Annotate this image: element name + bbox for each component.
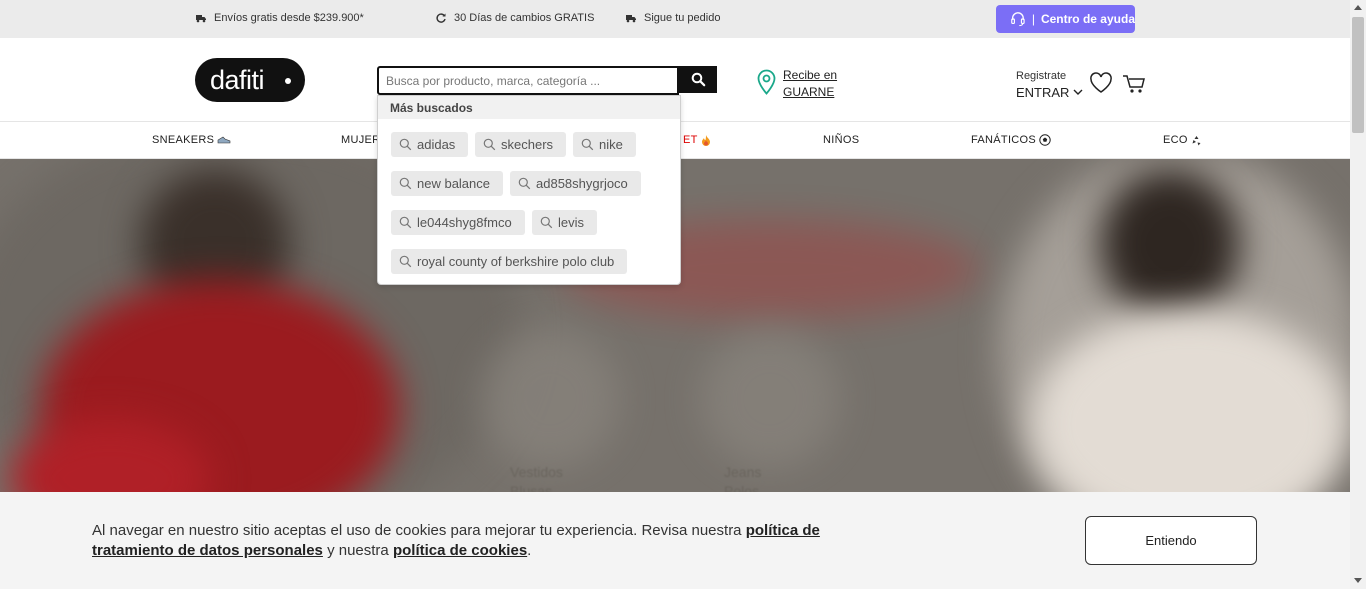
promo-track-order[interactable]: Sigue tu pedido <box>625 12 720 24</box>
hero-category-image-left <box>480 329 620 469</box>
suggestion-label: adidas <box>417 137 456 152</box>
location-label: Recibe en <box>783 68 838 82</box>
fire-icon <box>701 135 710 146</box>
cookie-banner: Al navegar en nuestro sitio aceptas el u… <box>0 492 1350 589</box>
headset-icon <box>1011 12 1025 27</box>
nav-label: FANÁTICOS <box>971 134 1037 146</box>
help-center-button[interactable]: | Centro de ayuda <box>996 5 1135 33</box>
cookie-text-3: . <box>527 542 532 559</box>
search-icon <box>518 177 531 190</box>
help-separator: | <box>1031 12 1035 26</box>
logo-dot <box>285 78 291 84</box>
truck-icon <box>196 15 206 23</box>
dafiti-logo[interactable]: dafiti <box>195 58 305 102</box>
hero-category-polos[interactable]: Polos <box>724 483 759 492</box>
suggestion-label: nike <box>599 137 623 152</box>
cookie-policy-link[interactable]: política de cookies <box>393 542 527 559</box>
truck-icon <box>626 15 636 23</box>
login-label: ENTRAR <box>1016 85 1070 100</box>
search-suggestions-dropdown: Más buscados adidas skechers nike new ba… <box>377 95 681 285</box>
cart-icon[interactable] <box>1122 73 1146 95</box>
wishlist-heart-icon[interactable] <box>1089 72 1113 94</box>
hero-model-head-right <box>1100 169 1240 319</box>
promo-label: Sigue tu pedido <box>644 12 721 24</box>
promo-free-shipping[interactable]: Envíos gratis desde $239.900* <box>195 12 364 24</box>
nav-item-fanaticos[interactable]: FANÁTICOS <box>971 134 1051 146</box>
suggestion-chip[interactable]: new balance <box>391 171 503 196</box>
suggestion-chip[interactable]: levis <box>532 210 598 235</box>
hero-category-jeans[interactable]: Jeans <box>724 464 761 480</box>
nav-item-ninos[interactable]: NIÑOS <box>823 134 859 146</box>
page-scrollbar[interactable] <box>1350 0 1366 589</box>
recycle-icon <box>1192 135 1201 145</box>
search-icon <box>399 177 412 190</box>
scroll-down-arrow-icon[interactable] <box>1354 578 1362 583</box>
nav-label: ECO <box>1163 134 1188 146</box>
search-input[interactable]: Busca por producto, marca, categoría ... <box>377 66 679 95</box>
register-link[interactable]: Registrate <box>1016 70 1066 82</box>
nav-label: SNEAKERS <box>152 134 215 146</box>
nav-label: NIÑOS <box>823 134 860 146</box>
nav-item-sneakers[interactable]: SNEAKERS <box>152 134 231 146</box>
location-city: GUARNE <box>783 85 835 99</box>
search-icon <box>691 72 705 87</box>
search-icon <box>399 138 412 151</box>
nav-label: MUJER <box>341 134 381 146</box>
suggestion-label: ad858shygrjoco <box>536 176 628 191</box>
nav-item-eco[interactable]: ECO <box>1163 134 1202 146</box>
promo-label: 30 Días de cambios GRATIS <box>454 12 595 24</box>
suggestion-label: levis <box>558 215 585 230</box>
suggestion-chip[interactable]: nike <box>573 132 636 157</box>
suggestion-label: royal county of berkshire polo club <box>417 254 615 269</box>
hero-category-image-right <box>700 329 840 469</box>
search-icon <box>540 216 553 229</box>
cookie-text-1: Al navegar en nuestro sitio aceptas el u… <box>92 522 746 539</box>
delivery-location-link[interactable]: Recibe en GUARNE <box>783 67 837 101</box>
search-icon <box>399 216 412 229</box>
suggestion-chip[interactable]: ad858shygrjoco <box>510 171 641 196</box>
location-pin-icon[interactable] <box>756 69 777 96</box>
chevron-down-icon <box>1073 89 1083 95</box>
suggestion-chip[interactable]: le044shyg8fmco <box>391 210 525 235</box>
suggestion-chip[interactable]: adidas <box>391 132 469 157</box>
suggestion-label: new balance <box>417 176 490 191</box>
suggestions-heading: Más buscados <box>378 96 680 119</box>
search-icon <box>483 138 496 151</box>
cookie-text-2: y nuestra <box>322 542 393 559</box>
hero-category-vestidos[interactable]: Vestidos <box>510 464 563 480</box>
top-promo-bar: Envíos gratis desde $239.900* 30 Días de… <box>0 0 1350 38</box>
login-dropdown[interactable]: ENTRAR <box>1016 85 1083 100</box>
promo-label: Envíos gratis desde $239.900* <box>214 12 364 24</box>
suggestion-chip[interactable]: royal county of berkshire polo club <box>391 249 628 274</box>
nav-item-outlet[interactable]: ET <box>683 134 711 146</box>
cookie-message: Al navegar en nuestro sitio aceptas el u… <box>92 521 892 561</box>
sneaker-icon <box>218 136 231 143</box>
logo-text: dafiti <box>210 64 265 95</box>
nav-label: ET <box>683 134 698 146</box>
soccer-ball-icon <box>1039 134 1051 146</box>
search-icon <box>581 138 594 151</box>
search-icon <box>399 255 412 268</box>
nav-item-mujer[interactable]: MUJER <box>341 134 380 146</box>
scroll-up-arrow-icon[interactable] <box>1354 5 1362 10</box>
suggestion-label: skechers <box>501 137 554 152</box>
suggestion-chip[interactable]: skechers <box>475 132 567 157</box>
accept-cookies-button[interactable]: Entiendo <box>1085 516 1257 565</box>
hero-category-blusas[interactable]: Blusas <box>510 483 552 492</box>
scroll-thumb[interactable] <box>1352 17 1364 133</box>
search-button[interactable] <box>679 66 717 93</box>
suggestion-label: le044shyg8fmco <box>417 215 512 230</box>
promo-returns[interactable]: 30 Días de cambios GRATIS <box>435 12 594 24</box>
help-label: Centro de ayuda <box>1040 12 1135 26</box>
refresh-icon <box>436 13 446 23</box>
